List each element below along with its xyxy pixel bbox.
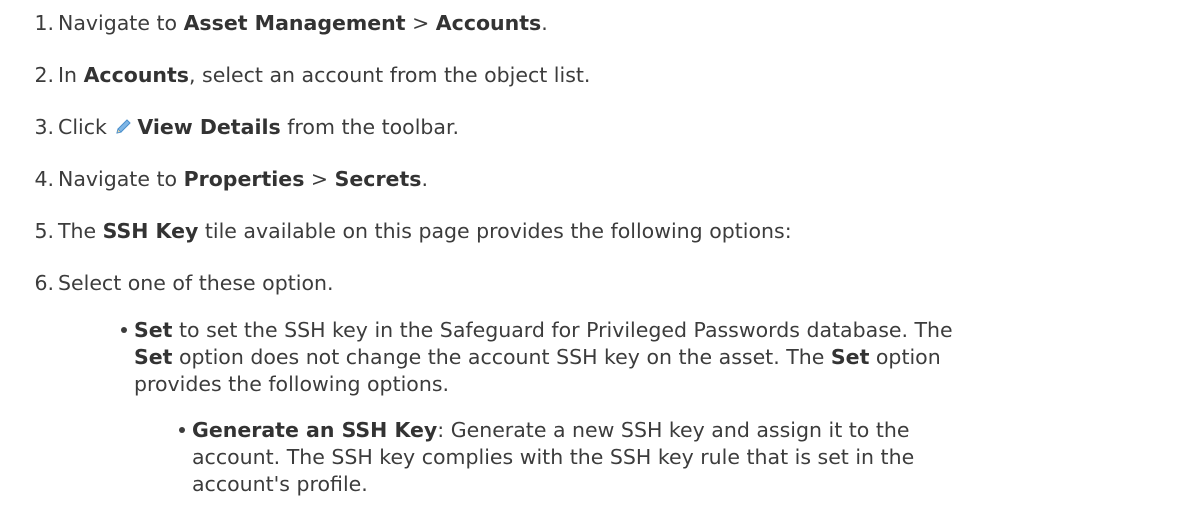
bullet-text: account's profile. — [192, 472, 368, 496]
step-text: Click — [58, 115, 114, 139]
bullet-text: option — [869, 345, 941, 369]
step-text: Navigate to — [58, 167, 184, 191]
ui-term: Asset Management — [183, 11, 406, 35]
step-text: from the toolbar. — [280, 115, 460, 139]
bullet-text: option does not change the account SSH k… — [172, 345, 831, 369]
step-text: In — [58, 63, 84, 87]
bullet-line: Set to set the SSH key in the Safeguard … — [134, 315, 953, 345]
step-number: 6. — [34, 271, 54, 295]
bullet-text: provides the following options. — [134, 372, 450, 396]
step-text: Navigate to — [58, 11, 184, 35]
ui-term: Generate an SSH Key — [192, 418, 438, 442]
ui-term: Set — [830, 345, 870, 369]
bullet-line: Generate an SSH Key: Generate a new SSH … — [192, 415, 910, 445]
step-3: 3. Click View Details from the toolbar. — [0, 112, 459, 142]
step-number: 3. — [34, 115, 54, 139]
step-5: 5. The SSH Key tile available on this pag… — [0, 216, 792, 246]
step-number: 4. — [34, 167, 54, 191]
pencil-icon — [116, 119, 132, 134]
bullet-dot — [179, 427, 185, 433]
document: 1. Navigate to Asset Management > Account… — [0, 0, 1195, 509]
step-text: Select one of these option. — [58, 271, 334, 295]
step-1: 1. Navigate to Asset Management > Account… — [0, 8, 548, 38]
bullet-text: to set the SSH key in the Safeguard for … — [172, 318, 953, 342]
bullet-line: provides the following options. — [134, 369, 449, 399]
step-text: . — [421, 167, 428, 191]
ui-term: SSH Key — [102, 219, 199, 243]
step-text: tile available on this page provides the… — [198, 219, 792, 243]
ui-term: Set — [134, 345, 173, 369]
bullet-line: account. The SSH key complies with the S… — [192, 442, 914, 472]
bullet-line: Set option does not change the account S… — [134, 342, 941, 372]
bullet-text: : Generate a new SSH key and assign it t… — [437, 418, 910, 442]
step-text: The — [58, 219, 103, 243]
bullet-dot — [121, 327, 127, 333]
ui-term: Set — [134, 318, 173, 342]
step-6: 6. Select one of these option. — [0, 268, 334, 298]
step-number: 2. — [34, 63, 54, 87]
ui-term: Secrets — [334, 167, 422, 191]
step-4: 4. Navigate to Properties > Secrets. — [0, 164, 428, 194]
ui-term: Properties — [183, 167, 305, 191]
bullet-line: account's profile. — [192, 469, 368, 499]
ui-term: Accounts — [435, 11, 542, 35]
step-text: , select an account from the object list… — [189, 63, 591, 87]
step-number: 1. — [34, 11, 54, 35]
step-text: . — [541, 11, 548, 35]
step-text: > — [304, 167, 335, 191]
bullet-text: account. The SSH key complies with the S… — [192, 445, 915, 469]
ui-term: View Details — [137, 115, 281, 139]
ui-term: Accounts — [83, 63, 190, 87]
step-text: > — [405, 11, 436, 35]
step-number: 5. — [34, 219, 54, 243]
step-2: 2. In Accounts, select an account from th… — [0, 60, 590, 90]
